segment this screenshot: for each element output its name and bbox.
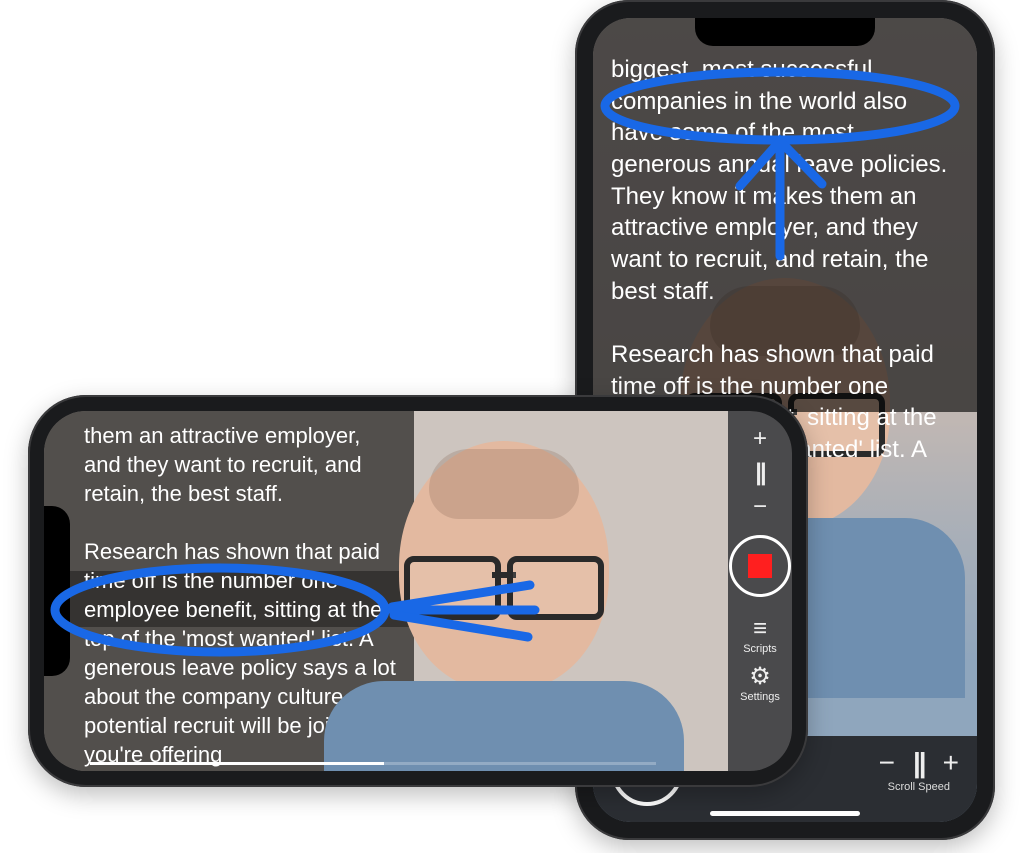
camera-subject-face [374,441,634,771]
scroll-speed-plus-button[interactable]: + [943,747,959,779]
stop-icon [748,554,772,578]
glasses-icon [404,556,604,611]
menu-icon: ≡ [753,617,767,641]
phone-landscape-frame: them an attractive employer, and they wa… [28,395,808,787]
settings-button[interactable]: ⚙ Settings [740,665,780,703]
canvas: biggest, most successful companies in th… [0,0,1024,853]
gear-icon: ⚙ [749,665,771,689]
scripts-button[interactable]: ≡ Scripts [743,617,777,655]
settings-label: Settings [740,691,780,703]
notch [695,18,875,46]
scroll-speed-minus-button[interactable]: − [879,747,895,779]
scroll-speed-controls: − || + Scroll Speed [879,747,959,793]
teleprompter-overlay[interactable]: biggest, most successful companies in th… [593,18,977,412]
speed-minus-button[interactable]: − [753,495,767,519]
speed-pause-button[interactable]: || [755,461,764,485]
home-indicator[interactable] [710,811,860,816]
recording-progress-bar[interactable] [90,762,656,765]
phone-landscape-screen: them an attractive employer, and they wa… [44,411,792,771]
side-toolbar: + || − ≡ Scripts [728,411,792,771]
scroll-speed-pause-button[interactable]: || [913,747,925,779]
recording-progress-fill [90,762,384,765]
notch [44,506,70,676]
camera-viewfinder: them an attractive employer, and they wa… [44,411,728,771]
record-button[interactable] [729,535,791,597]
scroll-speed-label: Scroll Speed [888,781,950,793]
scripts-label: Scripts [743,643,777,655]
speed-plus-button[interactable]: + [753,427,767,451]
